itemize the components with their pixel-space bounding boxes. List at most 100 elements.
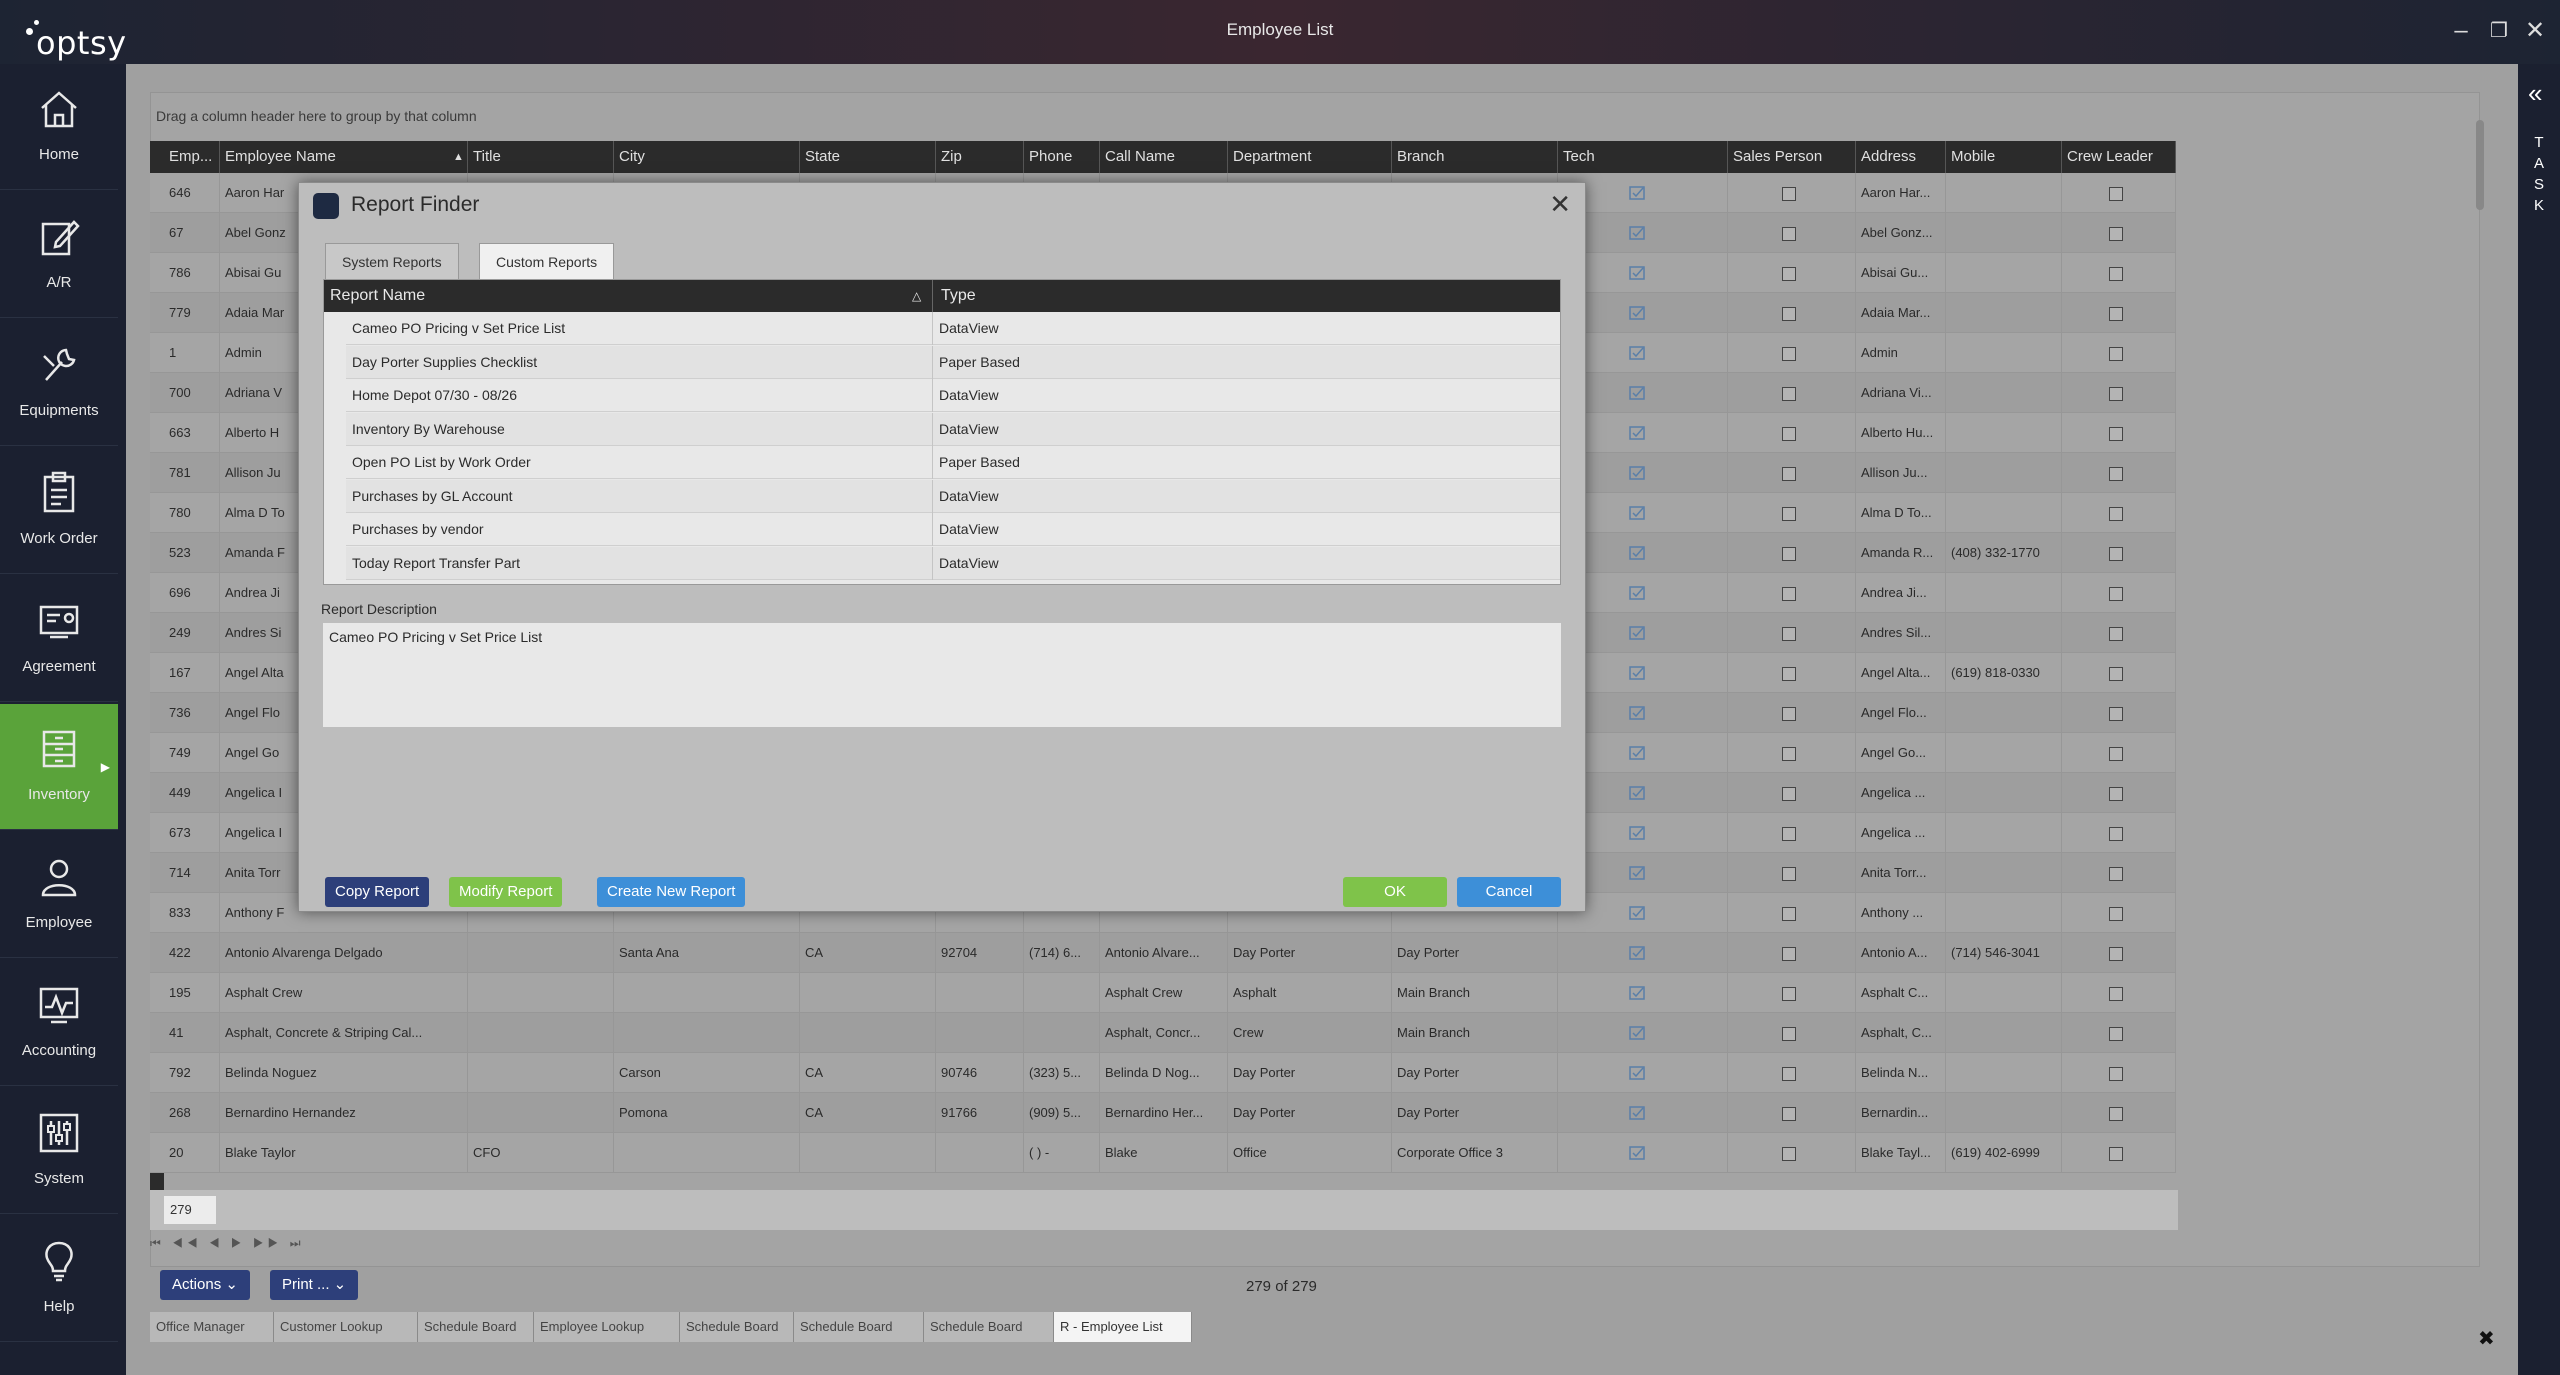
bottom-tab[interactable]: Customer Lookup xyxy=(274,1312,418,1342)
sidebar-item-help[interactable]: Help xyxy=(0,1216,118,1342)
sales-person-checkbox[interactable] xyxy=(1782,947,1796,961)
tab-system-reports[interactable]: System Reports xyxy=(325,243,459,279)
crew-leader-checkbox[interactable] xyxy=(2109,427,2123,441)
report-row[interactable]: Cameo PO Pricing v Set Price List DataVie… xyxy=(346,312,1560,345)
sidebar-item-work-order[interactable]: Work Order xyxy=(0,448,118,574)
vertical-scrollbar[interactable] xyxy=(2476,120,2484,210)
crew-leader-checkbox[interactable] xyxy=(2109,1107,2123,1121)
sales-person-checkbox[interactable] xyxy=(1782,667,1796,681)
table-row[interactable]: 41 Asphalt, Concrete & Striping Cal... Asp… xyxy=(150,1013,2176,1053)
sales-person-checkbox[interactable] xyxy=(1782,747,1796,761)
crew-leader-checkbox[interactable] xyxy=(2109,227,2123,241)
sales-person-checkbox[interactable] xyxy=(1782,227,1796,241)
pager-controls[interactable]: ⏮ ◀◀ ◀ ▶ ▶▶ ⏭ xyxy=(150,1236,305,1251)
column-header[interactable]: Title xyxy=(468,141,614,173)
sidebar-item-accounting[interactable]: Accounting xyxy=(0,960,118,1086)
column-header[interactable]: Branch xyxy=(1392,141,1558,173)
column-header[interactable]: Crew Leader xyxy=(2062,141,2176,173)
column-header[interactable]: Emp... xyxy=(164,141,220,173)
column-header[interactable]: Employee Name xyxy=(220,141,468,173)
bottom-tab[interactable]: Schedule Board xyxy=(924,1312,1054,1342)
sales-person-checkbox[interactable] xyxy=(1782,427,1796,441)
sidebar-item-agreement[interactable]: Agreement xyxy=(0,576,118,702)
bottom-tab[interactable]: Office Manager xyxy=(150,1312,274,1342)
crew-leader-checkbox[interactable] xyxy=(2109,1147,2123,1161)
copy-report-button[interactable]: Copy Report xyxy=(325,877,430,907)
sales-person-checkbox[interactable] xyxy=(1782,1067,1796,1081)
sidebar-item-employee[interactable]: Employee xyxy=(0,832,118,958)
sidebar-item-home[interactable]: Home xyxy=(0,64,118,190)
bottom-tab[interactable]: Employee Lookup xyxy=(534,1312,680,1342)
report-row[interactable]: Day Porter Supplies Checklist Paper Based xyxy=(346,345,1560,379)
sales-person-checkbox[interactable] xyxy=(1782,827,1796,841)
crew-leader-checkbox[interactable] xyxy=(2109,827,2123,841)
crew-leader-checkbox[interactable] xyxy=(2109,667,2123,681)
ok-button[interactable]: OK xyxy=(1343,877,1447,907)
crew-leader-checkbox[interactable] xyxy=(2109,987,2123,1001)
column-header[interactable]: Mobile xyxy=(1946,141,2062,173)
sales-person-checkbox[interactable] xyxy=(1782,267,1796,281)
sales-person-checkbox[interactable] xyxy=(1782,867,1796,881)
restore-button[interactable]: ❐ xyxy=(2482,14,2516,48)
crew-leader-checkbox[interactable] xyxy=(2109,747,2123,761)
crew-leader-checkbox[interactable] xyxy=(2109,347,2123,361)
print-button[interactable]: Print ... ⌄ xyxy=(270,1270,359,1300)
column-header[interactable]: Address xyxy=(1856,141,1946,173)
report-row[interactable]: Open PO List by Work Order Paper Based xyxy=(346,446,1560,479)
sidebar-item-system[interactable]: System xyxy=(0,1088,118,1214)
column-header[interactable]: Call Name xyxy=(1100,141,1228,173)
sales-person-checkbox[interactable] xyxy=(1782,467,1796,481)
sales-person-checkbox[interactable] xyxy=(1782,507,1796,521)
sales-person-checkbox[interactable] xyxy=(1782,907,1796,921)
table-row[interactable]: 268 Bernardino Hernandez Pomona CA 91766 (909… xyxy=(150,1093,2176,1133)
crew-leader-checkbox[interactable] xyxy=(2109,947,2123,961)
sales-person-checkbox[interactable] xyxy=(1782,347,1796,361)
crew-leader-checkbox[interactable] xyxy=(2109,387,2123,401)
column-header[interactable]: State xyxy=(800,141,936,173)
column-header[interactable]: Phone xyxy=(1024,141,1100,173)
task-label[interactable]: TASK xyxy=(2532,132,2546,216)
sidebar-item-a-r[interactable]: A/R xyxy=(0,192,118,318)
modify-report-button[interactable]: Modify Report xyxy=(449,877,563,907)
table-row[interactable]: 20 Blake Taylor CFO ( ) - Blake Office Corpora… xyxy=(150,1133,2176,1173)
sales-person-checkbox[interactable] xyxy=(1782,387,1796,401)
crew-leader-checkbox[interactable] xyxy=(2109,1067,2123,1081)
crew-leader-checkbox[interactable] xyxy=(2109,867,2123,881)
column-header[interactable]: Zip xyxy=(936,141,1024,173)
cancel-button[interactable]: Cancel xyxy=(1457,877,1561,907)
table-row[interactable]: 792 Belinda Noguez Carson CA 90746 (323) 5...… xyxy=(150,1053,2176,1093)
sidebar-item-equipments[interactable]: Equipments xyxy=(0,320,118,446)
sales-person-checkbox[interactable] xyxy=(1782,987,1796,1001)
crew-leader-checkbox[interactable] xyxy=(2109,907,2123,921)
crew-leader-checkbox[interactable] xyxy=(2109,547,2123,561)
report-row[interactable]: Purchases by GL Account DataView xyxy=(346,479,1560,513)
sales-person-checkbox[interactable] xyxy=(1782,707,1796,721)
sales-person-checkbox[interactable] xyxy=(1782,547,1796,561)
sales-person-checkbox[interactable] xyxy=(1782,1107,1796,1121)
bottom-tab[interactable]: Schedule Board xyxy=(418,1312,534,1342)
sales-person-checkbox[interactable] xyxy=(1782,627,1796,641)
close-window-button[interactable]: ✕ xyxy=(2518,14,2552,48)
column-type[interactable]: Type xyxy=(932,280,976,312)
sales-person-checkbox[interactable] xyxy=(1782,787,1796,801)
column-header[interactable]: Tech xyxy=(1558,141,1728,173)
bottom-tab[interactable]: Schedule Board xyxy=(680,1312,794,1342)
report-row[interactable]: Inventory By Warehouse DataView xyxy=(346,412,1560,446)
report-row[interactable]: Home Depot 07/30 - 08/26 DataView xyxy=(346,379,1560,412)
tab-custom-reports[interactable]: Custom Reports xyxy=(479,243,615,279)
sales-person-checkbox[interactable] xyxy=(1782,1147,1796,1161)
sales-person-checkbox[interactable] xyxy=(1782,587,1796,601)
bottom-tab[interactable]: R - Employee List xyxy=(1054,1312,1192,1342)
bottom-tab[interactable]: Schedule Board xyxy=(794,1312,924,1342)
close-icon[interactable]: ✕ xyxy=(1549,189,1571,220)
description-field[interactable]: Cameo PO Pricing v Set Price List xyxy=(323,623,1561,727)
column-report-name[interactable]: Report Name xyxy=(330,280,425,312)
crew-leader-checkbox[interactable] xyxy=(2109,787,2123,801)
crew-leader-checkbox[interactable] xyxy=(2109,187,2123,201)
crew-leader-checkbox[interactable] xyxy=(2109,707,2123,721)
crew-leader-checkbox[interactable] xyxy=(2109,267,2123,281)
table-row[interactable]: 195 Asphalt Crew Asphalt Crew Asphalt Main B… xyxy=(150,973,2176,1013)
crew-leader-checkbox[interactable] xyxy=(2109,507,2123,521)
sales-person-checkbox[interactable] xyxy=(1782,1027,1796,1041)
crew-leader-checkbox[interactable] xyxy=(2109,587,2123,601)
